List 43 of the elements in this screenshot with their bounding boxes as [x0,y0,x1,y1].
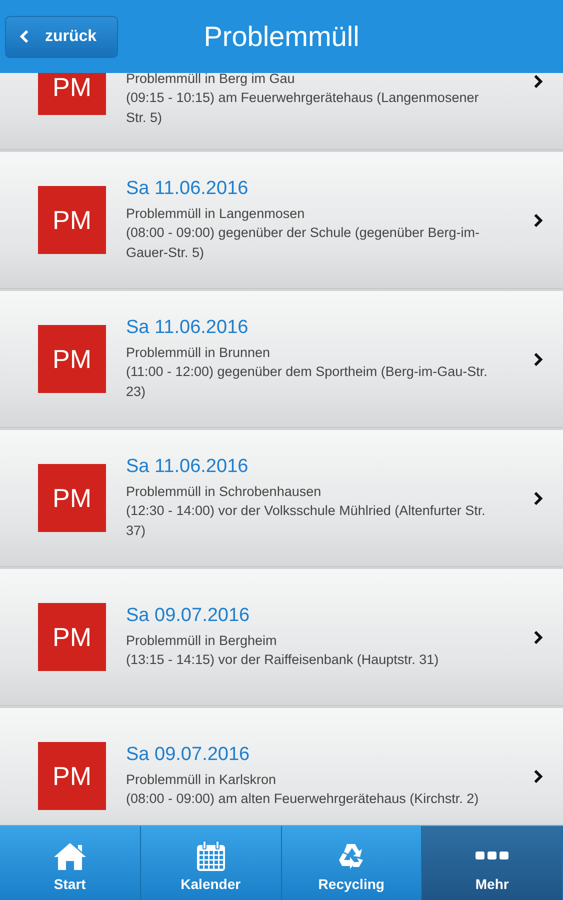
nav-tab[interactable]: Start [0,826,141,900]
event-badge: PM [38,186,106,254]
event-details: (11:00 - 12:00) gegenüber dem Sportheim (Berg-im-Gau-Str. 23) [126,363,488,401]
chevron-right-icon [533,770,543,782]
event-date: Sa 09.07.2016 [126,604,251,626]
event-place: Problemmüll in Brunnen [126,344,272,362]
event-item[interactable]: PM Sa 11.06.2016 Problemmüll in Brunnen (11:00 - 12:00) gegenüber dem Sportheim (Berg-im-Gau-Str. 23) [0,291,563,428]
chevron-right-icon [533,352,543,366]
event-details: (09:15 - 10:15) am Feuerwehrgerätehaus (Langenmosener Str. 5) [126,89,480,127]
event-details: (13:15 - 14:15) vor der Raiffeisenbank (Hauptstr. 31) [126,651,440,669]
event-item[interactable]: PM Problemmüll in Berg im Gau (09:15 - 10:15) am Feuerwehrgerätehaus (Langenmosener Str. 5) [0,73,563,150]
event-date: Sa 11.06.2016 [126,178,250,200]
event-place: Problemmüll in Karlskron [126,770,278,788]
event-badge: PM [38,73,106,115]
chevron-right-icon [533,630,543,644]
event-details: (08:00 - 09:00) gegenüber der Schule (gegenüber Berg-im-Gauer-Str. 5) [126,224,480,262]
event-place: Problemmüll in Berg im Gau [126,73,296,88]
page-title: Problemmüll [204,20,360,52]
event-date: Sa 11.06.2016 [126,456,250,478]
event-date: Sa 11.06.2016 [126,316,250,339]
event-details: (08:00 - 09:00) am alten Feuerwehrgerätehaus (Kirchstr. 2) [126,790,480,808]
event-item[interactable]: PM Sa 11.06.2016 Problemmüll in Langenmosen (08:00 - 09:00) gegenüber der Schule (gegenüber Berg-im-Gauer-Str. 5) [0,152,563,289]
event-place: Problemmüll in Bergheim [126,632,278,650]
event-item[interactable]: PM Sa 09.07.2016 Problemmüll in Bergheim (13:15 - 14:15) vor der Raiffeisenbank (Hauptstr. 31) [0,569,563,706]
back-button[interactable]: zurück [5,16,118,58]
event-place: Problemmüll in Schrobenhausen [126,482,322,501]
more-icon [475,851,510,860]
event-place: Problemmüll in Langenmosen [126,204,306,223]
chevron-right-icon [533,214,543,226]
event-details: (12:30 - 14:00) vor der Volksschule Mühlried (Altenfurter Str. 37) [126,502,486,540]
home-icon [52,840,88,872]
event-badge: PM [38,603,106,671]
nav-tab[interactable]: Kalender [140,826,282,900]
nav-tab[interactable]: Mehr [422,826,563,900]
event-badge: PM [38,742,106,810]
event-date: Sa 09.07.2016 [126,744,251,766]
event-badge: PM [38,464,106,532]
event-item[interactable]: PM Sa 09.07.2016 Problemmüll in Karlskron (08:00 - 09:00) am alten Feuerwehrgerätehaus (Kirchstr. 2) [0,708,563,825]
chevron-left-icon [20,30,29,43]
chevron-right-icon [533,74,543,88]
event-badge: PM [38,325,106,393]
chevron-right-icon [533,492,543,504]
event-item[interactable]: PM Sa 11.06.2016 Problemmüll in Schrobenhausen (12:30 - 14:00) vor der Volksschule Mühlried (Altenfurter Str. 37) [0,430,563,567]
